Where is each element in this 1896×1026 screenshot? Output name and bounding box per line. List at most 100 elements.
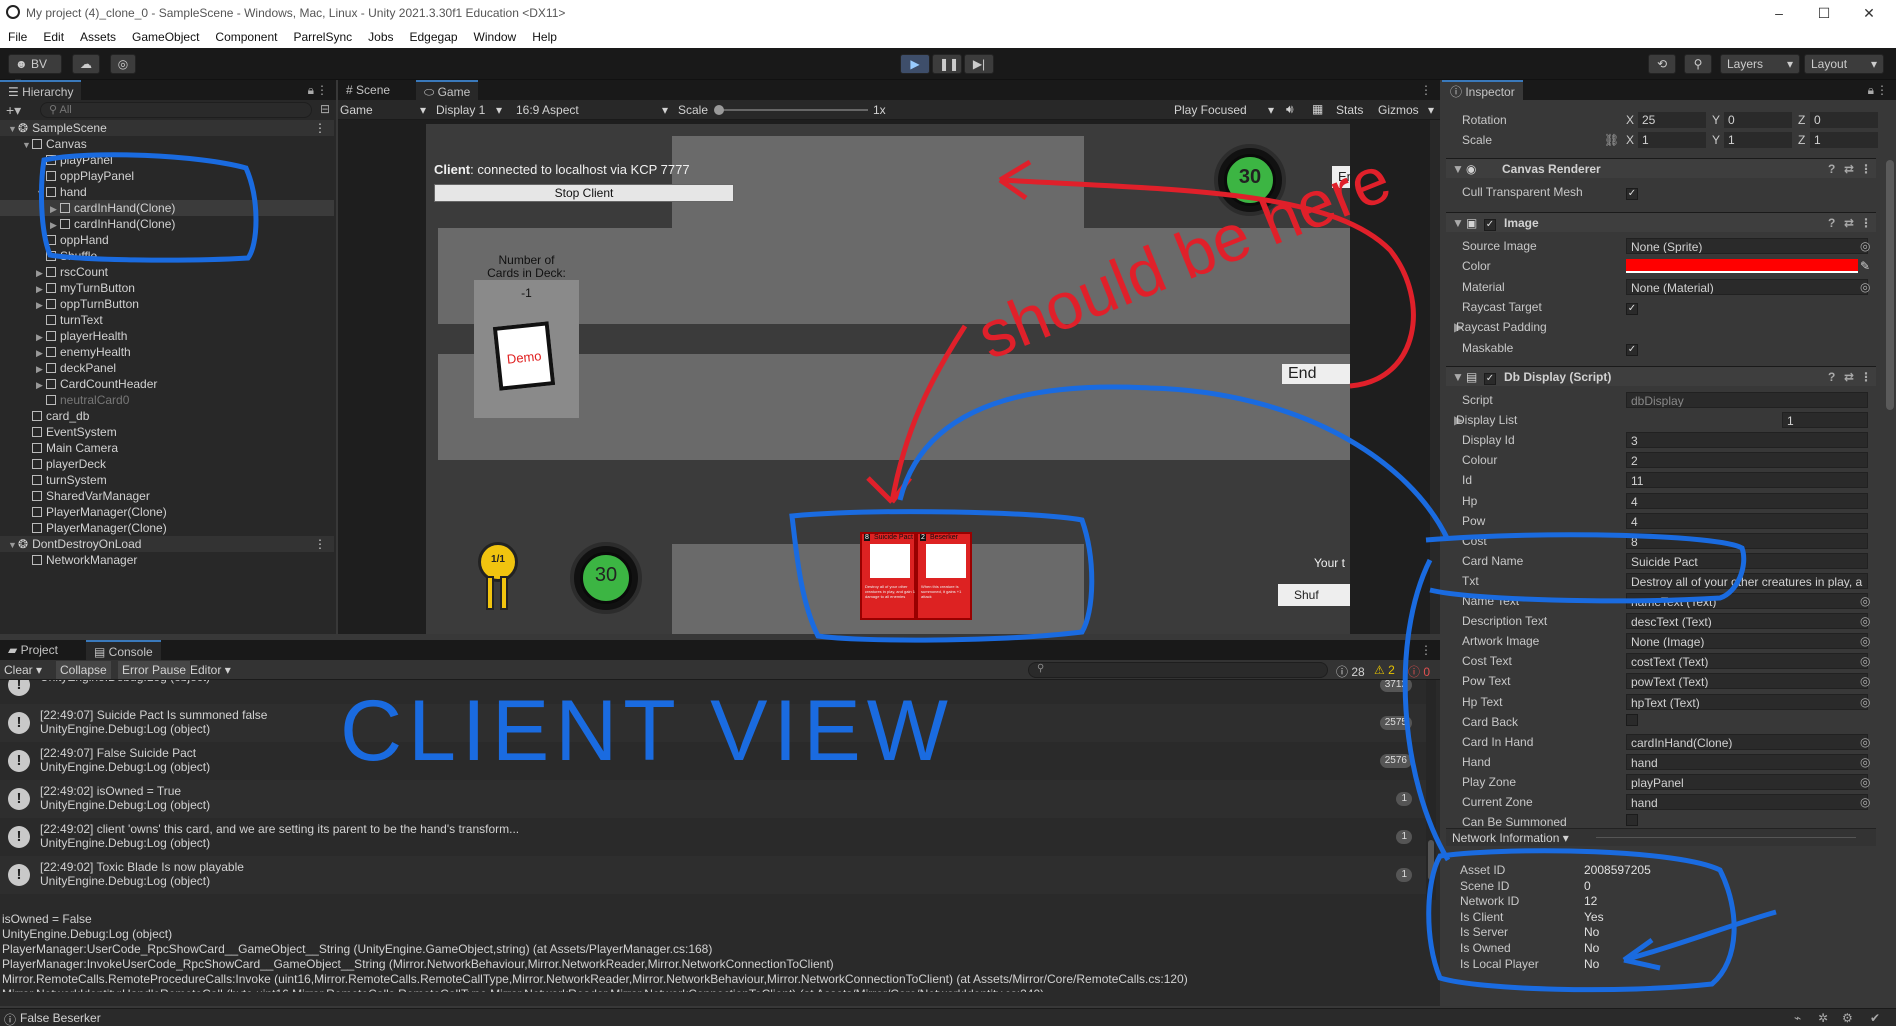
console-log-entry[interactable]: ! [22:49:02] client 'owns' this card, and… <box>0 818 1428 856</box>
clear-button[interactable]: Clear ▾ <box>4 663 42 677</box>
field-value[interactable]: 11 <box>1626 472 1868 489</box>
object-picker-icon[interactable]: ◎ <box>1860 633 1870 649</box>
hierarchy-item[interactable]: Shuffle <box>0 248 334 264</box>
network-info-header[interactable]: Network Information ▾ <box>1446 828 1876 846</box>
close-button[interactable]: ✕ <box>1849 2 1889 24</box>
menu-edgegap[interactable]: Edgegap <box>402 26 466 44</box>
menu-window[interactable]: Window <box>466 26 525 44</box>
db-display-enabled-checkbox[interactable]: ✓ <box>1484 373 1496 385</box>
play-button[interactable]: ▶ <box>900 54 930 74</box>
display-dropdown[interactable]: Display 1 ▾ <box>436 103 502 117</box>
cloud-icon[interactable]: ☁ <box>72 54 100 74</box>
rotation-z-field[interactable]: 0 <box>1810 112 1878 128</box>
stack-trace-line[interactable]: PlayerManager:UserCode_RpcShowCard__Game… <box>2 942 1422 957</box>
tab-scene[interactable]: # Scene <box>338 80 398 100</box>
field-value[interactable]: Destroy all of your other creatures in p… <box>1626 572 1868 589</box>
component-help-icon[interactable]: ? <box>1828 159 1835 179</box>
hierarchy-item[interactable]: ▶ enemyHealth <box>0 344 334 360</box>
collapse-arrow-icon[interactable]: ▶ <box>36 265 46 281</box>
hierarchy-item[interactable]: Main Camera <box>0 440 334 456</box>
hierarchy-item[interactable]: ▶ myTurnButton <box>0 280 334 296</box>
object-picker-icon[interactable]: ◎ <box>1860 754 1870 770</box>
object-picker-icon[interactable]: ◎ <box>1860 694 1870 710</box>
hierarchy-item[interactable]: ▶ rscCount <box>0 264 334 280</box>
object-picker-icon[interactable]: ◎ <box>1860 734 1870 750</box>
field-value[interactable]: Suicide Pact <box>1626 552 1868 569</box>
hierarchy-item[interactable]: card_db <box>0 408 334 424</box>
grid-icon[interactable]: ▦ <box>1312 102 1323 116</box>
component-menu-icon[interactable]: ⋮ <box>1860 213 1872 233</box>
step-button[interactable]: ▶| <box>964 54 994 74</box>
field-value[interactable]: hand <box>1626 794 1868 810</box>
menu-edit[interactable]: Edit <box>35 26 72 44</box>
component-presets-icon[interactable]: ⇄ <box>1844 213 1854 233</box>
object-picker-icon[interactable]: ◎ <box>1860 653 1870 669</box>
field-value[interactable]: costText (Text) <box>1626 653 1868 670</box>
field-value[interactable]: hpText (Text) <box>1626 693 1868 710</box>
field-value[interactable]: playPanel <box>1626 773 1868 790</box>
tab-inspector[interactable]: ⓘ Inspector <box>1442 80 1523 100</box>
component-help-icon[interactable]: ? <box>1828 213 1835 233</box>
stack-trace-line[interactable]: Mirror.NetworkIdentity:HandleRemoteCall … <box>2 987 1422 992</box>
menu-file[interactable]: File <box>0 26 35 44</box>
play-focused-dropdown[interactable]: Play Focused ▾ <box>1174 103 1274 117</box>
hierarchy-search-input[interactable]: ⚲ All <box>40 102 312 118</box>
hierarchy-item[interactable]: ▼❂ DontDestroyOnLoad ⋮ <box>0 536 334 552</box>
color-swatch[interactable] <box>1626 259 1858 274</box>
maximize-button[interactable]: ☐ <box>1804 2 1844 24</box>
hand-card-beserker[interactable]: 2 Beserker When this creature is summone… <box>916 532 972 620</box>
error-count-toggle[interactable]: ⓘ 0 <box>1408 663 1430 680</box>
field-value[interactable]: None (Sprite) <box>1626 238 1868 254</box>
hierarchy-item[interactable]: EventSystem <box>0 424 334 440</box>
field-checkbox[interactable] <box>1626 713 1638 726</box>
game-view-dropdown[interactable]: Game ▾ <box>340 103 426 117</box>
menu-gameobject[interactable]: GameObject <box>124 26 207 44</box>
stack-trace-line[interactable]: PlayerManager:InvokeUserCode_RpcShowCard… <box>2 957 1422 972</box>
hierarchy-item[interactable]: neutralCard0 <box>0 392 334 408</box>
error-pause-button[interactable]: Error Pause <box>118 661 191 679</box>
component-help-icon[interactable]: ? <box>1828 367 1835 387</box>
field-value[interactable]: nameText (Text) <box>1626 593 1868 609</box>
stats-button[interactable]: Stats <box>1336 103 1363 117</box>
field-value[interactable]: 2 <box>1626 452 1868 469</box>
history-icon[interactable]: ⟲ <box>1648 54 1676 74</box>
tab-project[interactable]: ▰ Project <box>0 640 66 660</box>
expand-arrow-icon[interactable]: ▼ <box>8 537 18 553</box>
tab-hierarchy[interactable]: ☰ Hierarchy <box>0 80 82 100</box>
canvas-renderer-header[interactable]: ▼ ◉ Canvas Renderer ? ⇄ ⋮ <box>1446 158 1876 178</box>
warning-count-toggle[interactable]: ⚠ 2 <box>1374 663 1395 677</box>
collapse-button[interactable]: Collapse <box>56 661 111 679</box>
console-log-entry[interactable]: ! UnityEngine.Debug:Log (object) 3712 <box>0 680 1428 704</box>
eyedropper-icon[interactable]: ✎ <box>1860 258 1870 274</box>
component-presets-icon[interactable]: ⇄ <box>1844 367 1854 387</box>
hierarchy-item[interactable]: playPanel <box>0 152 334 168</box>
hierarchy-item[interactable]: ▶ cardInHand(Clone) <box>0 216 334 232</box>
minimize-button[interactable]: – <box>1759 2 1799 24</box>
stack-trace-line[interactable]: Mirror.RemoteCalls.RemoteProcedureCalls:… <box>2 972 1422 987</box>
scale-z-field[interactable]: 1 <box>1810 132 1878 148</box>
lock-icon[interactable]: 🔒︎ <box>308 83 314 98</box>
collapse-arrow-icon[interactable]: ▶ <box>50 217 60 233</box>
hand-card-suicide-pact[interactable]: 8 Suicide Pact Destroy all of your other… <box>860 532 916 620</box>
hierarchy-item[interactable]: PlayerManager(Clone) <box>0 520 334 536</box>
db-display-header[interactable]: ▼ ▤ ✓ Db Display (Script) ? ⇄ ⋮ <box>1446 366 1876 386</box>
expand-arrow-icon[interactable]: ▼ <box>36 185 46 201</box>
field-value[interactable]: None (Material) <box>1626 278 1868 295</box>
console-scrollbar[interactable] <box>1426 680 1436 900</box>
console-log-entry[interactable]: ![22:49:07] Beserker Is summoned false25… <box>0 894 1428 900</box>
menu-assets[interactable]: Assets <box>72 26 124 44</box>
component-menu-icon[interactable]: ⋮ <box>1860 159 1872 179</box>
gizmos-dropdown[interactable]: Gizmos ▾ <box>1378 103 1434 117</box>
field-value[interactable]: 1 <box>1782 412 1868 429</box>
expand-arrow-icon[interactable]: ▼ <box>22 137 32 153</box>
bug-icon[interactable]: ⚙ <box>1842 1011 1853 1025</box>
console-search-input[interactable]: ⚲ <box>1028 662 1328 678</box>
scale-slider[interactable] <box>714 105 868 115</box>
menu-jobs[interactable]: Jobs <box>360 26 401 44</box>
hierarchy-item[interactable]: SharedVarManager <box>0 488 334 504</box>
rotation-y-field[interactable]: 0 <box>1724 112 1792 128</box>
scale-y-field[interactable]: 1 <box>1724 132 1792 148</box>
object-picker-icon[interactable]: ◎ <box>1860 238 1870 254</box>
hierarchy-item[interactable]: ▶ deckPanel <box>0 360 334 376</box>
console-log-entry[interactable]: ! [22:49:07] False Suicide Pact UnityEngin… <box>0 742 1428 780</box>
